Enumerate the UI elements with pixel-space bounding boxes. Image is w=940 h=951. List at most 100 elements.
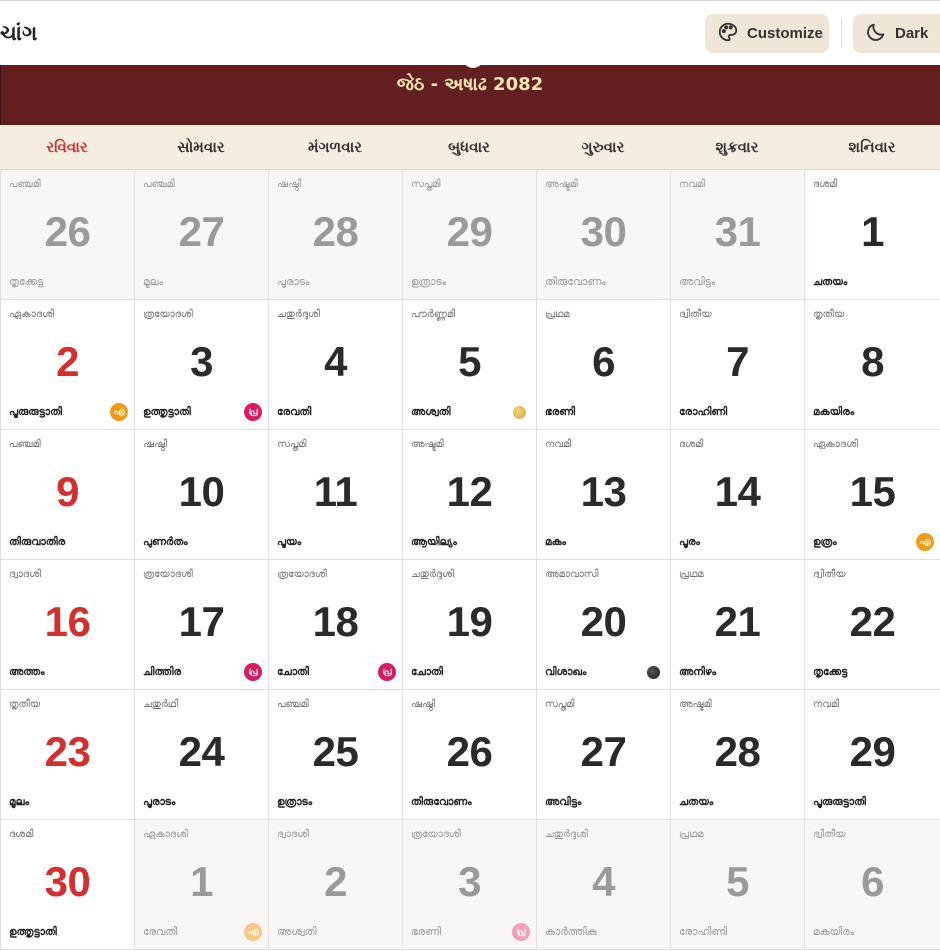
tithi-label: ത്രയോദശി: [143, 309, 193, 320]
day-number: 6: [592, 338, 615, 385]
dark-mode-button[interactable]: Dark: [853, 14, 940, 53]
dark-label: Dark: [895, 25, 929, 42]
nakshatra-label: അശ്വതി: [411, 406, 451, 418]
nakshatra-label: രേവതി: [277, 406, 312, 418]
day-cell[interactable]: പൗർണ്ണമി 5 അശ്വതി: [403, 300, 537, 430]
day-number: 29: [849, 728, 896, 775]
nakshatra-label: കാർത്തിക: [545, 926, 597, 938]
tithi-label: പഞ്ചമി: [9, 179, 41, 190]
tithi-label: നവമി: [679, 179, 706, 190]
day-cell[interactable]: പഞ്ചമി 25 ഉത്രാടം: [269, 690, 403, 820]
day-number: 10: [178, 468, 225, 515]
tithi-label: ചതുർദ്ദശി: [411, 569, 454, 580]
day-cell[interactable]: പ്രഥമ 21 അനിഴം: [671, 560, 805, 690]
weekday-monday: સોમવાર: [177, 138, 225, 156]
day-cell[interactable]: ഷഷ്ഠി 28 പൂരാടം: [269, 170, 403, 300]
day-number: 20: [580, 598, 627, 645]
day-cell[interactable]: ദ്വിതീയ 7 രോഹിണി: [671, 300, 805, 430]
tithi-label: ഏകാദശി: [143, 829, 188, 840]
nakshatra-label: ഉത്തൃട്ടാതി: [9, 926, 57, 938]
day-cell[interactable]: ദ്വിതീയ 22 തൃക്കേട്ട: [805, 560, 940, 690]
day-cell[interactable]: പഞ്ചമി 27 മൂലം: [135, 170, 269, 300]
nakshatra-label: മൂലം: [9, 796, 29, 808]
tithi-label: ഷഷ്ഠി: [277, 179, 302, 190]
tithi-label: ത്രയോദശി: [143, 569, 193, 580]
nakshatra-label: മകം: [545, 536, 567, 548]
nakshatra-label: പുണർതം: [143, 536, 188, 548]
day-cell[interactable]: തൃതീയ 23 മൂലം: [1, 690, 135, 820]
day-cell[interactable]: അഷ്ടമി 12 ആയില്യം: [403, 430, 537, 560]
day-cell[interactable]: ദശമി 1 ചതയം: [805, 170, 940, 300]
day-cell[interactable]: അമാവാസി 20 വിശാഖം: [537, 560, 671, 690]
day-number: 5: [458, 338, 481, 385]
customize-button[interactable]: Customize: [705, 14, 829, 53]
day-cell[interactable]: പ്രഥമ 6 ഭരണി: [537, 300, 671, 430]
day-cell[interactable]: ദ്വാദശി 2 അശ്വതി: [269, 820, 403, 950]
nakshatra-label: രോഹിണി: [679, 406, 728, 418]
nakshatra-label: ഉത്തൃട്ടാതി: [143, 406, 191, 418]
day-cell[interactable]: തൃതീയ 8 മകയിരം: [805, 300, 940, 430]
day-cell[interactable]: ദ്വിതീയ 6 മകയിരം: [805, 820, 940, 950]
customize-label: Customize: [747, 25, 823, 42]
nakshatra-label: മകയിരം: [813, 406, 855, 418]
nakshatra-label: തിരുവോണം: [411, 796, 472, 808]
day-cell[interactable]: അഷ്ടമി 30 തിരുവോണം: [537, 170, 671, 300]
pradosh-badge: പ്ര: [244, 663, 262, 681]
day-number: 9: [56, 468, 79, 515]
nakshatra-label: ഉത്രം: [813, 536, 837, 548]
day-cell[interactable]: നവമി 13 മകം: [537, 430, 671, 560]
day-cell[interactable]: ഷഷ്ഠി 10 പുണർതം: [135, 430, 269, 560]
day-cell[interactable]: സപ്തമി 11 പൂയം: [269, 430, 403, 560]
day-number: 25: [312, 728, 359, 775]
day-cell[interactable]: പഞ്ചമി 9 തിരുവാതിര: [1, 430, 135, 560]
nakshatra-label: മൂലം: [143, 276, 163, 288]
day-cell[interactable]: ത്രയോദശി 3 ഭരണി പ്ര: [403, 820, 537, 950]
tithi-label: ഏകാദശി: [9, 309, 54, 320]
app-title: ચાંગ: [0, 21, 38, 45]
day-cell[interactable]: ഷഷ്ഠി 26 തിരുവോണം: [403, 690, 537, 820]
day-cell[interactable]: ചതുർദ്ദശി 4 രേവതി: [269, 300, 403, 430]
day-cell[interactable]: പഞ്ചമി 26 തൃക്കേട്ട: [1, 170, 135, 300]
day-cell[interactable]: ചതുർദ്ദശി 19 ചോതി: [403, 560, 537, 690]
nakshatra-label: അത്തം: [9, 666, 45, 678]
day-cell[interactable]: ദശമി 30 ഉത്തൃട്ടാതി: [1, 820, 135, 950]
tithi-label: സപ്തമി: [411, 179, 441, 190]
day-cell[interactable]: ഏകാദശി 1 രേവതി എ: [135, 820, 269, 950]
tithi-label: ഷഷ്ഠി: [143, 439, 168, 450]
tithi-label: സപ്തമി: [545, 699, 575, 710]
day-cell[interactable]: സപ്തമി 27 അവിട്ടം: [537, 690, 671, 820]
day-cell[interactable]: ത്രയോദശി 17 ചിത്തിര പ്ര: [135, 560, 269, 690]
day-cell[interactable]: ചതുർഥി 24 പൂരാടം: [135, 690, 269, 820]
day-cell[interactable]: ദശമി 14 പൂരം: [671, 430, 805, 560]
day-number: 17: [178, 598, 225, 645]
day-number: 13: [580, 468, 627, 515]
day-cell[interactable]: ഏകാദശി 2 പൂരുരുട്ടാതി എ: [1, 300, 135, 430]
day-number: 28: [714, 728, 761, 775]
day-cell[interactable]: ഏകാദശി 15 ഉത്രം എ: [805, 430, 940, 560]
day-cell[interactable]: ത്രയോദശി 18 ചോതി പ്ര: [269, 560, 403, 690]
tithi-label: തൃതീയ: [9, 699, 41, 710]
day-cell[interactable]: അഷ്ടമി 28 ചതയം: [671, 690, 805, 820]
day-number: 22: [849, 598, 896, 645]
day-cell[interactable]: ത്രയോദശി 3 ഉത്തൃട്ടാതി പ്ര: [135, 300, 269, 430]
tithi-label: ചതുർദ്ദശി: [277, 309, 320, 320]
day-cell[interactable]: പ്രഥമ 5 രോഹിണി: [671, 820, 805, 950]
day-cell[interactable]: നവമി 31 അവിട്ടം: [671, 170, 805, 300]
nakshatra-label: ഭരണി: [411, 926, 442, 938]
day-cell[interactable]: ചതുർദ്ദശി 4 കാർത്തിക: [537, 820, 671, 950]
day-number: 8: [861, 338, 884, 385]
day-number: 2: [56, 338, 79, 385]
day-number: 31: [714, 208, 761, 255]
day-number: 5: [726, 858, 749, 905]
nakshatra-label: പൂരുരുട്ടാതി: [9, 406, 62, 418]
day-cell[interactable]: ദ്വാദശി 16 അത്തം: [1, 560, 135, 690]
day-cell[interactable]: നവമി 29 പൂരുരുട്ടാതി: [805, 690, 940, 820]
day-number: 4: [592, 858, 615, 905]
nakshatra-label: അനിഴം: [679, 666, 717, 678]
nakshatra-label: തിരുവാതിര: [9, 536, 66, 548]
day-cell[interactable]: സപ്തമി 29 ഉത്രാടം: [403, 170, 537, 300]
weekday-row: રવિવાર સોમવાર મંગળવાર બુધવાર ગુરુવાર શુક…: [0, 125, 940, 170]
nakshatra-label: ചതയം: [679, 796, 714, 808]
tithi-label: അഷ്ടമി: [679, 699, 712, 710]
nakshatra-label: തിരുവോണം: [545, 276, 606, 288]
